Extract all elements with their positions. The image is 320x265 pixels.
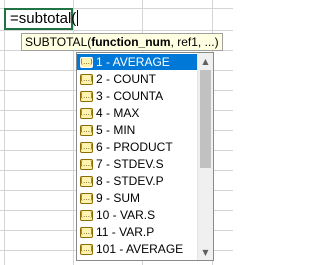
row-divider [0,30,233,31]
scroll-down-arrow-icon[interactable]: ▼ [198,244,213,260]
active-cell-editor[interactable]: =subtotal( [4,8,79,30]
function-icon: (…) [80,124,93,136]
autocomplete-item[interactable]: (…) 10 - VAR.S [77,207,198,223]
autocomplete-item[interactable]: (…) 101 - AVERAGE [77,241,198,257]
function-icon: (…) [80,141,93,153]
cell-formula-text: =subtotal( [10,10,77,27]
scrollbar-thumb[interactable] [200,70,211,168]
text-cursor [77,10,79,26]
function-icon: (…) [80,158,93,170]
autocomplete-item-label: 3 - COUNTA [96,89,164,103]
autocomplete-item-label: 5 - MIN [96,123,136,137]
tooltip-function-name[interactable]: SUBTOTAL( [25,35,91,49]
column-divider [4,0,5,265]
autocomplete-item-label: 7 - STDEV.S [96,157,164,171]
autocomplete-item[interactable]: (…) 2 - COUNT [77,71,198,87]
function-icon: (…) [80,56,93,68]
autocomplete-item[interactable]: (…) 6 - PRODUCT [77,139,198,155]
function-icon: (…) [80,107,93,119]
autocomplete-item[interactable]: (…) 4 - MAX [77,105,198,121]
dropdown-scrollbar[interactable]: ▲ ▼ [197,53,213,260]
autocomplete-item-label: 101 - AVERAGE [96,242,184,256]
function-icon: (…) [80,90,93,102]
function-icon: (…) [80,192,93,204]
tooltip-current-argument[interactable]: function_num [91,35,170,49]
autocomplete-item[interactable]: (…) 7 - STDEV.S [77,156,198,172]
function-icon: (…) [80,175,93,187]
autocomplete-dropdown[interactable]: (…) 1 - AVERAGE (…) 2 - COUNT (…) 3 - COUNTA(… [76,52,214,261]
autocomplete-item-label: 1 - AVERAGE [96,55,170,69]
autocomplete-item-label: 9 - SUM [96,191,141,205]
autocomplete-item[interactable]: (…) 9 - SUM [77,190,198,206]
tooltip-remaining-arguments: , ref1, ...) [170,35,219,49]
autocomplete-item-label: 2 - COUNT [96,72,156,86]
autocomplete-item[interactable]: (…) 5 - MIN [77,122,198,138]
function-argument-tooltip: SUBTOTAL(function_num, ref1, ...) [21,33,223,51]
autocomplete-item-label: 6 - PRODUCT [96,140,173,154]
autocomplete-list: (…) 1 - AVERAGE (…) 2 - COUNT (…) 3 - COUNTA(… [77,53,198,257]
autocomplete-item[interactable]: (…) 3 - COUNTA [77,88,198,104]
autocomplete-item-label: 11 - VAR.P [96,225,155,239]
scroll-up-arrow-icon[interactable]: ▲ [198,53,213,69]
autocomplete-item-label: 8 - STDEV.P [96,174,164,188]
autocomplete-item[interactable]: (…) 8 - STDEV.P [77,173,198,189]
function-icon: (…) [80,73,93,85]
autocomplete-item[interactable]: (…) 11 - VAR.P [77,224,198,240]
autocomplete-item[interactable]: (…) 1 - AVERAGE [77,54,198,70]
autocomplete-item-label: 10 - VAR.S [96,208,156,222]
function-icon: (…) [80,209,93,221]
function-icon: (…) [80,226,93,238]
function-icon: (…) [80,243,93,255]
autocomplete-item-label: 4 - MAX [96,106,140,120]
